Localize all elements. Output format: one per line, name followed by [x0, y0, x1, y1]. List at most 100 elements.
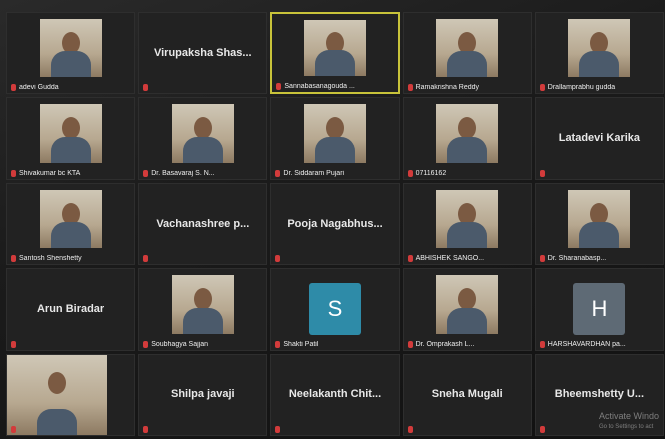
participant-tile[interactable]: Virupaksha Shas... [138, 12, 268, 95]
participant-name: Dr. Omprakash L... [415, 340, 475, 348]
participant-name-label: Soubhagya Sajjan [143, 340, 262, 348]
participant-tile[interactable]: Drallamprabhu gudda [534, 12, 664, 95]
participant-name-label: Dr. Basavaraj S. N... [143, 169, 262, 177]
participant-name: Drallamprabhu gudda [547, 84, 616, 92]
muted-mic-icon [275, 255, 281, 263]
participant-display-name: Virupaksha Shas... [153, 46, 252, 59]
participant-tile[interactable]: Sannabasanagouda ... [270, 12, 400, 95]
participant-name-label: Dr. Sharanabasp... [539, 255, 659, 263]
participant-name-label: Shakti Patil [275, 340, 394, 348]
zoom-gallery-screen: adevi Gudda Virupaksha Shas... Sannabasana… [0, 0, 665, 439]
windows-activation-watermark: Activate Windo Go to Settings to act [599, 411, 659, 433]
participant-video [436, 189, 499, 249]
participant-video [568, 19, 631, 78]
participant-tile[interactable]: Santosh Shenshetty [6, 182, 136, 266]
watermark-title: Activate Windo [598, 411, 659, 421]
person-torso [50, 136, 91, 163]
muted-mic-icon [407, 84, 413, 92]
participant-display-name: Neelakanth Chit... [288, 388, 382, 401]
participant-name: ABHISHEK SANGO... [415, 255, 485, 263]
participant-tile[interactable]: ABHISHEK SANGO... [402, 182, 532, 266]
participant-name-label: Shivakumar bc KTA [11, 169, 130, 177]
participant-name-label: adevi Gudda [11, 84, 130, 92]
muted-mic-icon [143, 169, 149, 177]
participant-tile[interactable]: adevi Gudda [6, 12, 136, 95]
muted-mic-icon [276, 83, 282, 91]
participant-tile[interactable]: Shilpa javaji [138, 353, 268, 436]
participant-name: 07116162 [415, 169, 447, 177]
person-torso [447, 222, 488, 249]
participant-video [436, 19, 499, 78]
person-torso [447, 307, 488, 334]
muted-mic-icon [539, 340, 545, 348]
participant-tile[interactable]: Pooja Nagabhus... [270, 182, 400, 266]
participant-status [143, 84, 262, 92]
person-torso [579, 51, 620, 78]
participant-tile[interactable]: Soubhagya Sajjan [138, 268, 268, 351]
participant-display-name: Pooja Nagabhus... [287, 217, 383, 230]
participant-name-label: Sannabasanagouda ... [276, 83, 393, 91]
muted-mic-icon [407, 255, 413, 263]
muted-mic-icon [407, 426, 413, 433]
muted-mic-icon [143, 255, 149, 263]
person-torso [182, 136, 223, 163]
participant-tile[interactable]: Ramakrishna Reddy [402, 12, 532, 95]
initial-avatar: S [308, 283, 361, 336]
participant-tile[interactable]: Shivakumar bc KTA [6, 97, 136, 180]
person-torso [182, 307, 223, 334]
participant-tile[interactable]: Sneha Mugali [402, 353, 532, 436]
participant-tile[interactable]: Arun Biradar [6, 268, 136, 351]
person-torso [50, 222, 91, 249]
participant-video [171, 275, 234, 334]
participant-status [143, 426, 262, 433]
participant-tile[interactable]: Dr. Sharanabasp... [534, 182, 664, 266]
participant-tile[interactable]: Dr. Basavaraj S. N... [138, 97, 268, 180]
muted-mic-icon [11, 169, 16, 177]
participant-name-label: Dr. Siddaram Pujari [275, 169, 394, 177]
participant-tile[interactable]: Vachanashree p... [138, 182, 268, 266]
participant-name: Shakti Patil [283, 340, 319, 348]
muted-mic-icon [539, 169, 545, 177]
participant-display-name: Sneha Mugali [431, 388, 503, 401]
person-torso [50, 51, 91, 78]
participant-video [39, 19, 102, 78]
muted-mic-icon [407, 169, 413, 177]
participant-tile[interactable]: Neelakanth Chit... [270, 353, 400, 436]
participant-tile[interactable]: S Shakti Patil [270, 268, 400, 351]
muted-mic-icon [11, 426, 16, 433]
person-torso [579, 222, 620, 249]
participant-tile[interactable]: Dr. Omprakash L... [402, 268, 532, 351]
muted-mic-icon [539, 84, 545, 92]
participant-name: Sannabasanagouda ... [284, 83, 355, 91]
participant-grid: adevi Gudda Virupaksha Shas... Sannabasana… [6, 12, 664, 436]
participant-display-name: Shilpa javaji [170, 388, 235, 401]
participant-status [143, 255, 262, 263]
participant-tile[interactable]: 07116162 [402, 97, 532, 180]
participant-video [436, 104, 499, 163]
participant-status [275, 255, 394, 263]
participant-name: adevi Gudda [19, 84, 59, 92]
participant-tile[interactable]: Latadevi Karika [534, 97, 664, 180]
participant-status [11, 340, 130, 348]
participant-video [568, 189, 631, 249]
participant-display-name: Vachanashree p... [156, 217, 250, 230]
participant-name: Shivakumar bc KTA [19, 169, 81, 177]
watermark-subtitle: Go to Settings to act [598, 424, 654, 430]
participant-tile[interactable]: H HARSHAVARDHAN pa... [534, 268, 664, 351]
participant-name-label [11, 426, 130, 433]
muted-mic-icon [275, 169, 281, 177]
person-torso [314, 50, 355, 77]
participant-tile[interactable] [6, 353, 136, 436]
participant-tile[interactable]: Dr. Siddaram Pujari [270, 97, 400, 180]
participant-name: Dr. Basavaraj S. N... [151, 169, 215, 177]
participant-video [39, 104, 102, 163]
muted-mic-icon [539, 426, 545, 433]
person-torso [447, 51, 488, 78]
muted-mic-icon [11, 255, 16, 263]
muted-mic-icon [143, 84, 149, 92]
participant-display-name: Bheemshetty U... [554, 388, 645, 401]
participant-video [303, 104, 366, 163]
participant-name-label: HARSHAVARDHAN pa... [539, 340, 659, 348]
participant-name: Dr. Sharanabasp... [547, 255, 607, 263]
participant-name-label: 07116162 [407, 169, 527, 177]
